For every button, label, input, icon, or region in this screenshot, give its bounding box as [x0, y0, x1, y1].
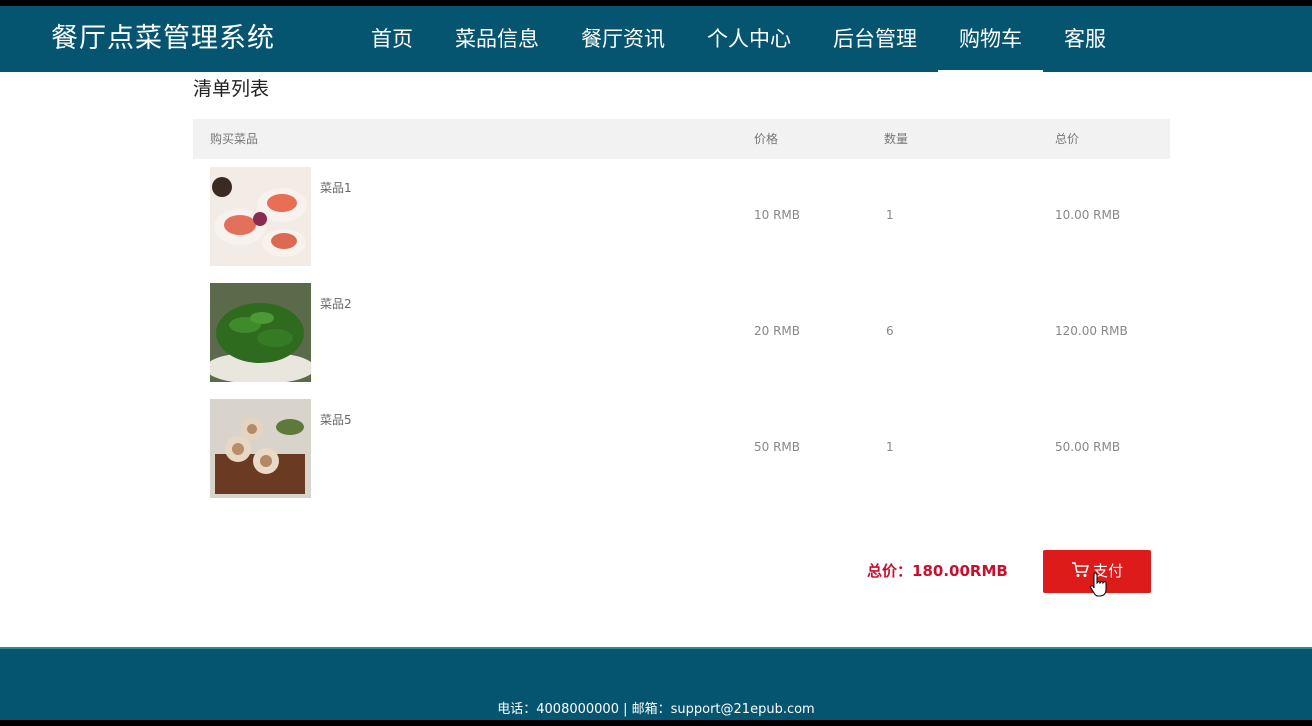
- dish-name[interactable]: 菜品1: [320, 179, 352, 196]
- main-nav: 首页 菜品信息 餐厅资讯 个人中心 后台管理 购物车 客服: [350, 6, 1127, 72]
- dish-image[interactable]: [210, 399, 311, 498]
- dish-image[interactable]: [210, 283, 311, 382]
- nav-cart[interactable]: 购物车: [938, 6, 1043, 72]
- dish-qty: 1: [886, 440, 894, 454]
- col-price: 价格: [754, 132, 779, 146]
- col-dish: 购买菜品: [210, 132, 259, 146]
- table-header: 购买菜品 价格 数量 总价: [193, 119, 1170, 159]
- cart-icon: [1071, 562, 1090, 577]
- table-row: 菜品1 10 RMB 1 10.00 RMB: [193, 161, 1170, 277]
- site-footer: 电话：4008000000 | 邮箱：support@21epub.com: [0, 647, 1312, 720]
- table-row: 菜品2 20 RMB 6 120.00 RMB: [193, 277, 1170, 393]
- hand-cursor-icon: [1090, 572, 1107, 597]
- top-navbar: 餐厅点菜管理系统 首页 菜品信息 餐厅资讯 个人中心 后台管理 购物车 客服: [0, 6, 1312, 72]
- dish-total: 50.00 RMB: [1055, 440, 1121, 454]
- nav-news[interactable]: 餐厅资讯: [560, 6, 686, 72]
- nav-profile[interactable]: 个人中心: [686, 6, 812, 72]
- nav-support[interactable]: 客服: [1043, 6, 1127, 72]
- nav-admin[interactable]: 后台管理: [812, 6, 938, 72]
- dish-qty: 6: [886, 324, 894, 338]
- dish-price: 20 RMB: [754, 324, 801, 338]
- total-label: 总价：: [867, 562, 913, 580]
- nav-home[interactable]: 首页: [350, 6, 434, 72]
- nav-dishes[interactable]: 菜品信息: [434, 6, 560, 72]
- dish-name[interactable]: 菜品5: [320, 411, 352, 428]
- table-row: 菜品5 50 RMB 1 50.00 RMB: [193, 393, 1170, 509]
- total-value: 180.00RMB: [912, 562, 1008, 580]
- dish-total: 120.00 RMB: [1055, 324, 1128, 338]
- col-total: 总价: [1055, 132, 1080, 146]
- dish-image[interactable]: [210, 167, 311, 266]
- dish-name[interactable]: 菜品2: [320, 295, 352, 312]
- dish-price: 50 RMB: [754, 440, 801, 454]
- dish-qty: 1: [886, 208, 894, 222]
- dish-price: 10 RMB: [754, 208, 801, 222]
- footer-contact: 电话：4008000000 | 邮箱：support@21epub.com: [497, 702, 815, 717]
- cart-table: 购买菜品 价格 数量 总价 菜品1 10 RMB 1 10.00 RMB 菜品2…: [193, 119, 1170, 499]
- list-title: 清单列表: [193, 78, 270, 100]
- dish-total: 10.00 RMB: [1055, 208, 1121, 222]
- site-brand[interactable]: 餐厅点菜管理系统: [51, 6, 275, 72]
- col-qty: 数量: [884, 132, 909, 146]
- browser-viewport: 餐厅点菜管理系统 首页 菜品信息 餐厅资讯 个人中心 后台管理 购物车 客服 清…: [0, 6, 1312, 720]
- order-total: 总价：180.00RMB: [867, 560, 1008, 581]
